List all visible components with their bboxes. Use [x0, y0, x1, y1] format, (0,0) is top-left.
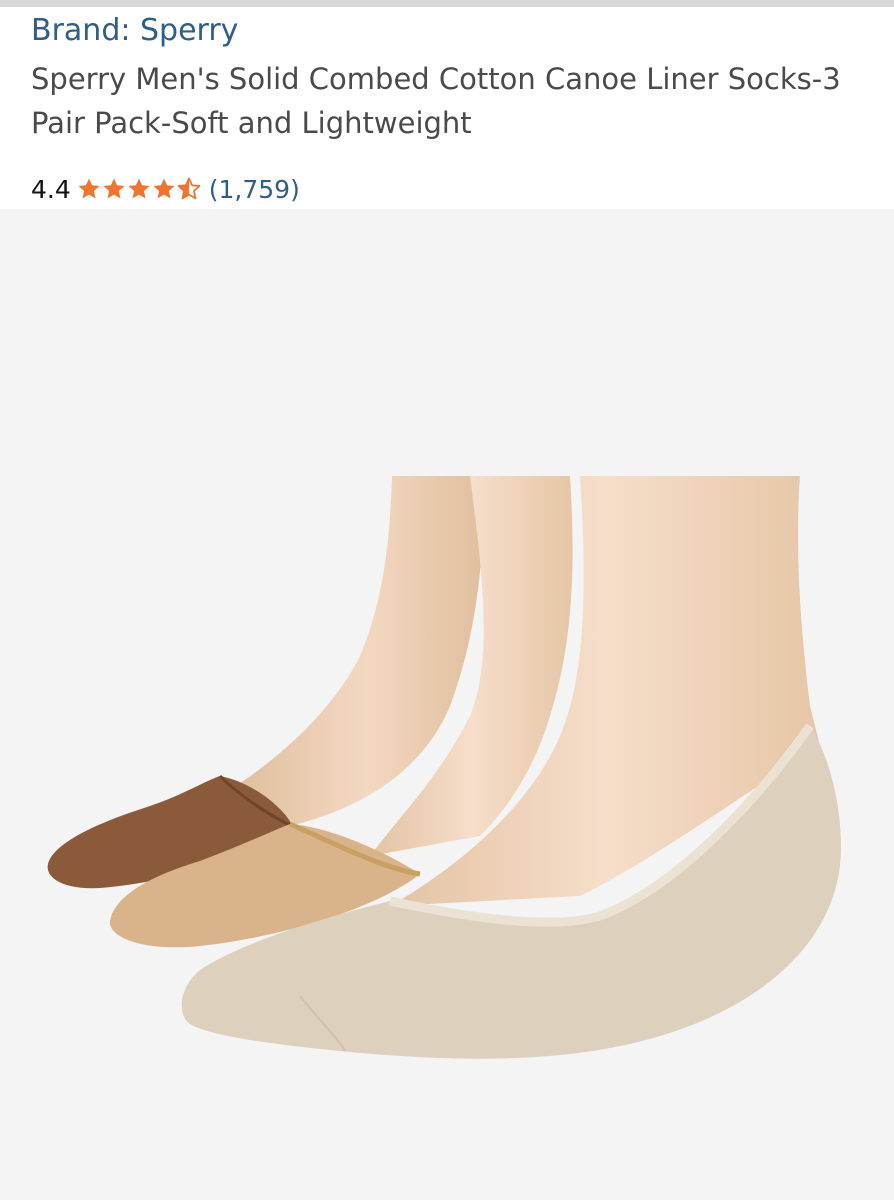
- product-title: Sperry Men's Solid Combed Cotton Canoe L…: [31, 62, 841, 140]
- product-image[interactable]: [40, 476, 860, 1076]
- star-full-icon: [103, 178, 125, 199]
- top-divider-bar: [0, 0, 894, 7]
- star-half-icon: [177, 177, 201, 200]
- star-full-icon: [128, 178, 150, 199]
- rating-row[interactable]: 4.4 (1,759): [31, 171, 300, 207]
- star-full-icon: [153, 178, 175, 199]
- star-full-icon: [78, 178, 100, 199]
- review-count-link[interactable]: (1,759): [209, 175, 300, 204]
- star-rating[interactable]: [77, 177, 201, 201]
- brand-link[interactable]: Brand: Sperry: [31, 13, 238, 48]
- product-image-area[interactable]: [0, 209, 894, 1200]
- rating-value: 4.4: [31, 174, 71, 204]
- product-header: Brand: Sperry Sperry Men's Solid Combed …: [0, 7, 894, 209]
